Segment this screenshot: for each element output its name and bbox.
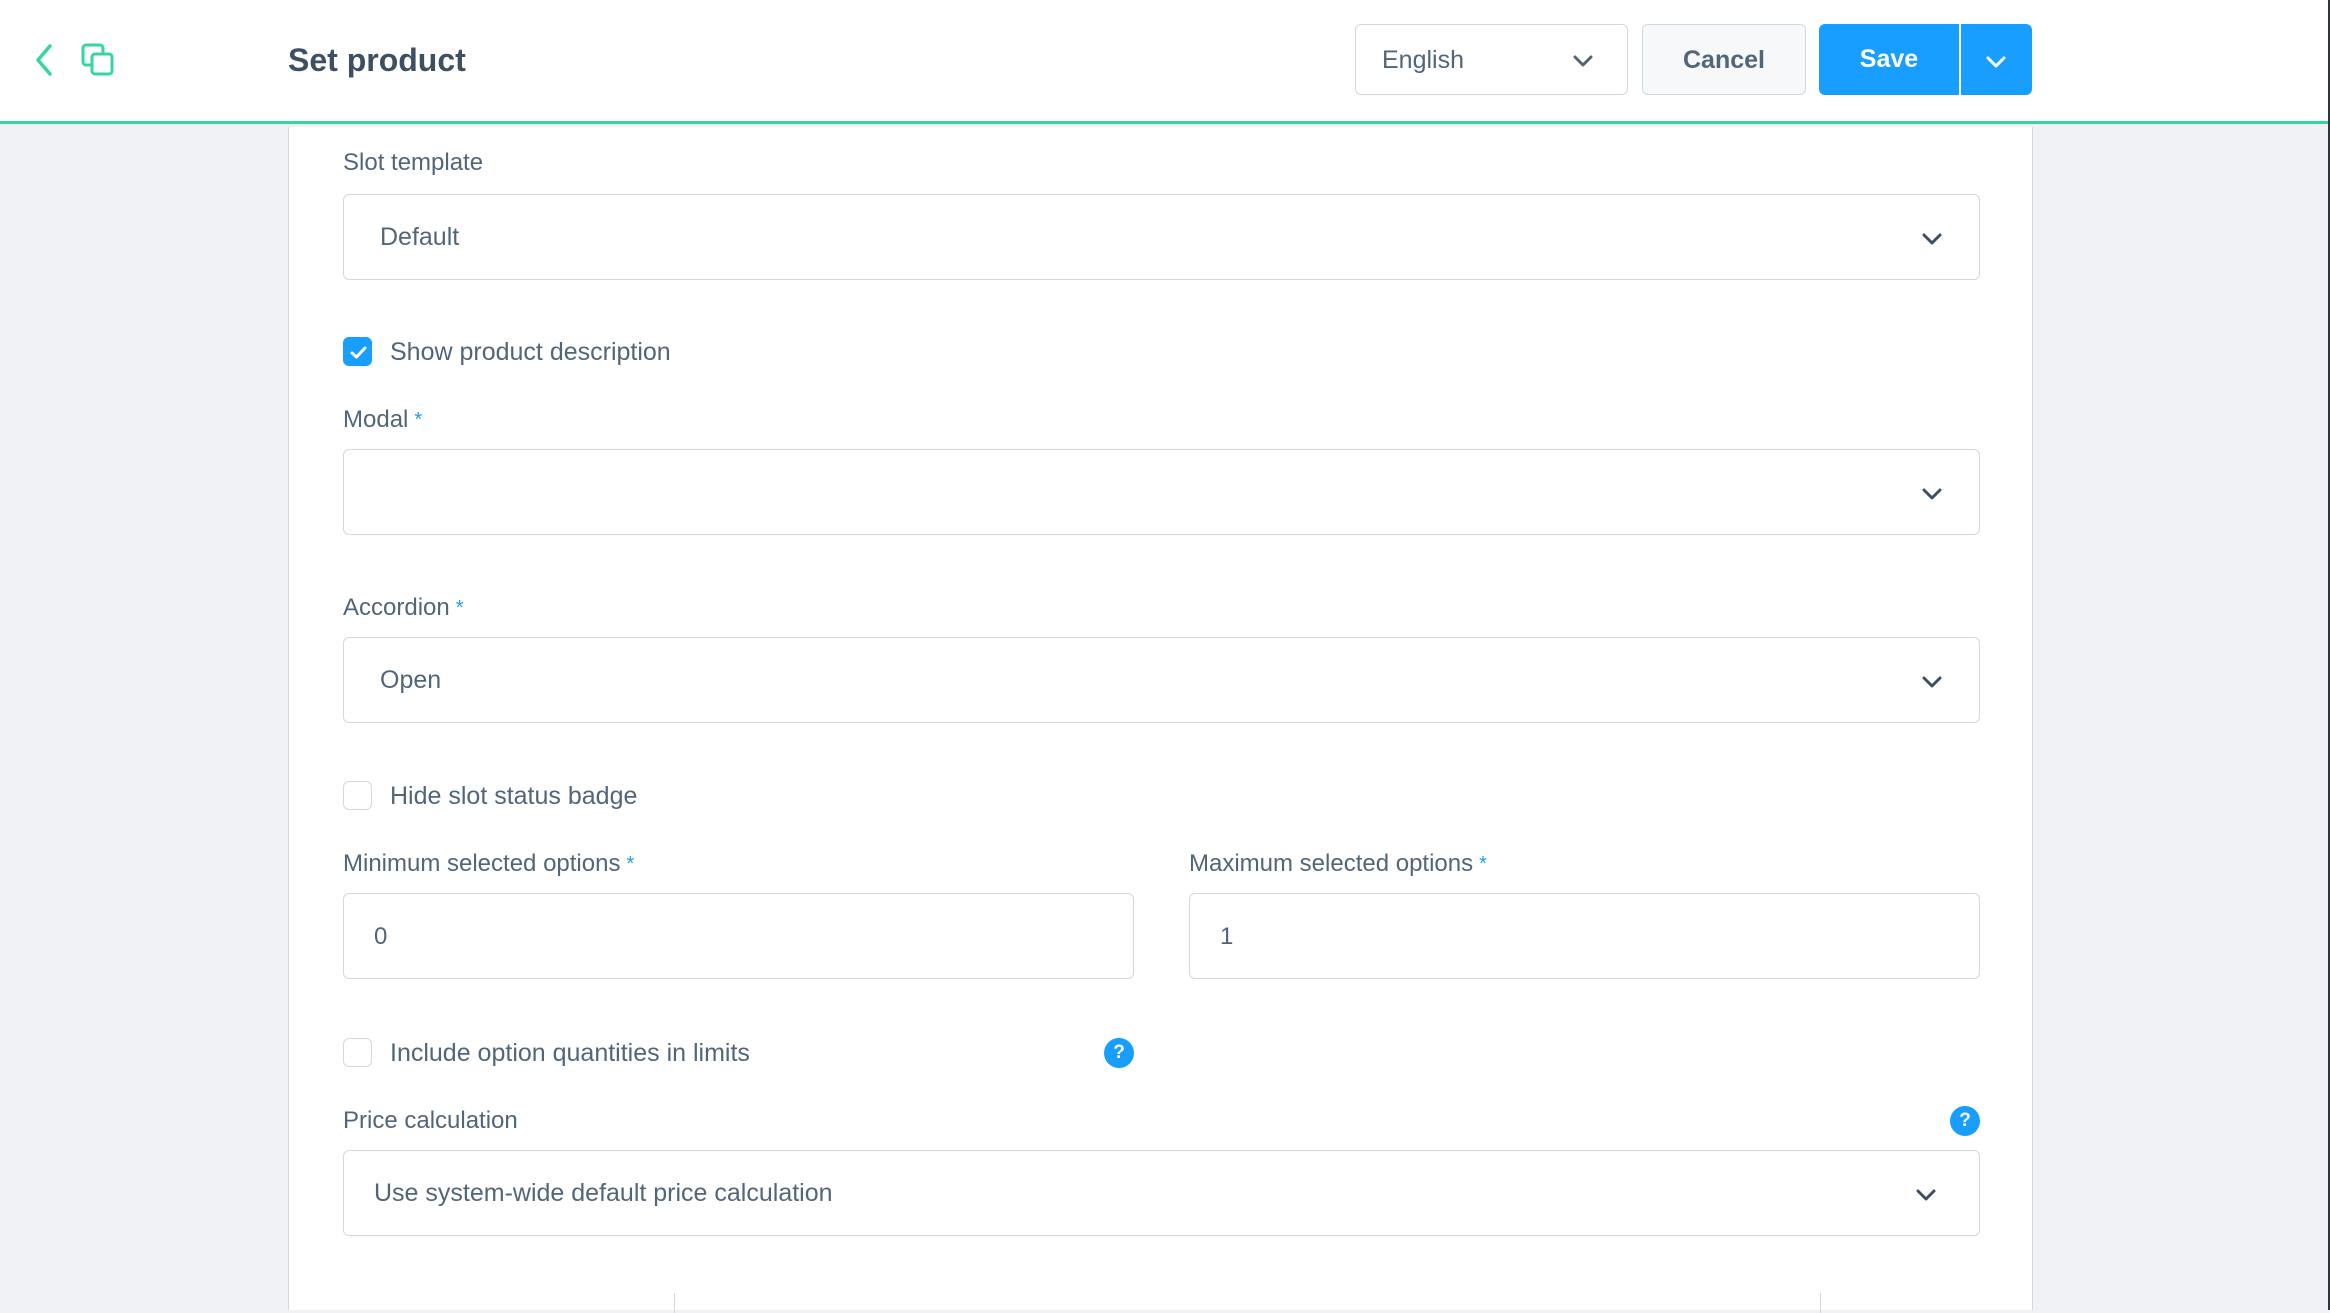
min-options-value: 0: [374, 923, 388, 950]
modal-label: Modal *: [343, 406, 423, 433]
save-button-label: Save: [1859, 45, 1919, 73]
duplicate-icon[interactable]: [80, 42, 116, 78]
language-select[interactable]: English: [1355, 24, 1628, 95]
chevron-down-icon: [1922, 233, 1942, 245]
min-options-input[interactable]: 0: [343, 893, 1134, 979]
slot-template-select[interactable]: Default: [343, 194, 1980, 280]
show-description-label: Show product description: [390, 338, 671, 366]
chevron-down-icon: [1922, 676, 1942, 688]
checkmark-icon: [350, 346, 367, 359]
max-options-input[interactable]: 1: [1189, 893, 1980, 979]
page-title: Set product: [288, 42, 466, 78]
back-arrow-icon[interactable]: [30, 40, 60, 80]
chevron-down-icon: [1916, 1189, 1936, 1201]
chevron-down-icon: [1986, 56, 2006, 68]
accordion-value: Open: [380, 666, 442, 694]
help-icon[interactable]: ?: [1950, 1106, 1980, 1136]
hide-status-badge-checkbox[interactable]: [343, 781, 372, 810]
save-options-button[interactable]: [1961, 24, 2032, 95]
cancel-button-label: Cancel: [1683, 46, 1765, 74]
required-mark: *: [455, 597, 464, 619]
chevron-down-icon: [1573, 55, 1593, 67]
include-quantities-label: Include option quantities in limits: [390, 1039, 750, 1067]
accordion-label: Accordion *: [343, 594, 464, 621]
cancel-button[interactable]: Cancel: [1642, 24, 1806, 95]
divider: [674, 1293, 675, 1313]
hide-status-badge-label: Hide slot status badge: [390, 782, 638, 810]
show-description-checkbox[interactable]: [343, 337, 372, 366]
slot-template-value: Default: [380, 223, 460, 251]
settings-card: Slot template Default Show product descr…: [288, 127, 2033, 1310]
min-options-label: Minimum selected options *: [343, 850, 635, 877]
divider: [1820, 1293, 1821, 1313]
include-quantities-checkbox[interactable]: [343, 1038, 372, 1067]
slot-template-label: Slot template: [343, 149, 484, 176]
price-calculation-value: Use system-wide default price calculatio…: [374, 1179, 833, 1207]
language-select-value: English: [1382, 46, 1464, 74]
price-calculation-label: Price calculation: [343, 1107, 518, 1134]
required-mark: *: [626, 853, 635, 875]
save-button[interactable]: Save: [1819, 24, 1959, 95]
modal-select[interactable]: [343, 449, 1980, 535]
accordion-select[interactable]: Open: [343, 637, 1980, 723]
top-toolbar: Set product English Cancel Save: [0, 0, 2328, 124]
required-mark: *: [1479, 853, 1487, 875]
required-mark: *: [414, 409, 423, 431]
chevron-down-icon: [1922, 488, 1942, 500]
max-options-value: 1: [1220, 923, 1234, 950]
max-options-label: Maximum selected options *: [1189, 850, 1487, 877]
help-icon[interactable]: ?: [1104, 1038, 1134, 1068]
price-calculation-select[interactable]: Use system-wide default price calculatio…: [343, 1150, 1980, 1236]
